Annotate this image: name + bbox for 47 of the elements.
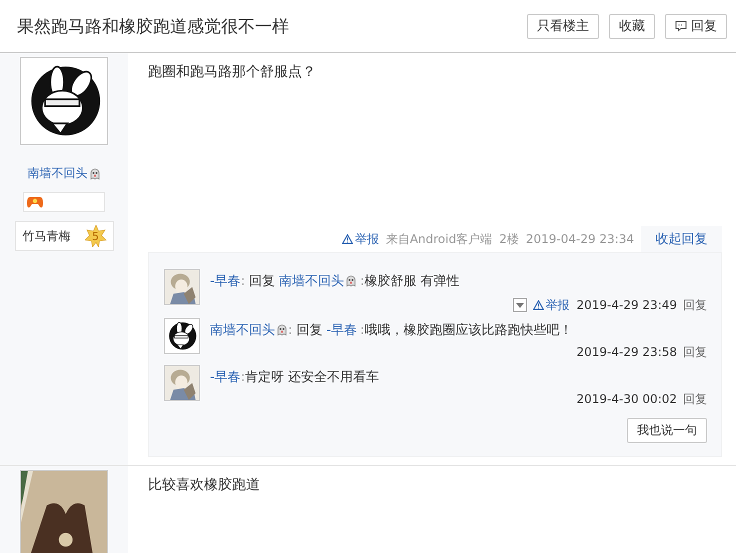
header-button[interactable]: 回复 (665, 14, 727, 38)
caret-icon (516, 302, 524, 308)
reply-avatar[interactable] (164, 318, 200, 354)
colon: : (360, 322, 364, 338)
report-link[interactable]: 举报 (532, 296, 570, 314)
reply-text: 肯定呀 还安全不用看车 (245, 369, 380, 386)
reply-target[interactable]: 南墙不回头 (279, 272, 358, 290)
reply-author[interactable]: -早春 (210, 368, 241, 386)
warning-icon (342, 234, 353, 244)
floor-number: 2楼 (499, 230, 519, 248)
reply-text: 哦哦，橡胶跑圈应该比路跑快些吧！ (364, 322, 572, 339)
colon: : (360, 274, 364, 288)
reply-author[interactable]: 南墙不回头 (210, 321, 288, 339)
ghost-icon (276, 324, 288, 336)
collapse-replies-tab[interactable]: 收起回复 (641, 226, 722, 252)
reply-link[interactable]: 回复 (683, 344, 707, 360)
post-text: 比较喜欢橡胶跑道 (148, 476, 261, 495)
comment-icon (675, 20, 687, 32)
ghost-icon (345, 275, 358, 287)
reply-text: 橡胶舒服 有弹性 (364, 273, 460, 290)
reply-link[interactable]: 回复 (683, 390, 707, 408)
reply-label: 回复 (249, 273, 276, 290)
report-link[interactable]: 举报 (342, 230, 379, 248)
header-button[interactable]: 收藏 (609, 14, 655, 38)
rank-title: 竹马青梅 (22, 228, 70, 244)
colon: : (240, 370, 246, 384)
user-name[interactable]: 南墙不回头 (28, 165, 100, 182)
colon: : (240, 274, 246, 288)
reply-time: 2019-4-29 23:58 (576, 345, 677, 359)
dropdown-button[interactable] (512, 298, 526, 312)
thread-title: 果然跑马路和橡胶跑道感觉很不一样 (17, 16, 290, 38)
client-source: 来自Android客户端 (386, 230, 492, 248)
reply-link[interactable]: 回复 (683, 296, 707, 314)
colon: : (288, 322, 292, 338)
reply-target[interactable]: -早春 (326, 321, 358, 339)
post-time: 2019-04-29 23:34 (526, 232, 634, 246)
reply-time: 2019-4-30 00:02 (576, 392, 677, 406)
add-comment-button[interactable]: 我也说一句 (627, 418, 707, 443)
reply-time: 2019-4-29 23:49 (576, 298, 677, 312)
post-text: 跑圈和跑马路那个舒服点？ (148, 63, 317, 82)
header-button[interactable]: 只看楼主 (527, 14, 599, 38)
ghost-icon (88, 168, 100, 180)
warning-icon (532, 300, 544, 310)
reply-author[interactable]: -早春 (210, 272, 241, 290)
gamepad-icon (27, 196, 43, 208)
reply-label: 回复 (296, 322, 322, 339)
level-badge: 5 (84, 225, 106, 247)
